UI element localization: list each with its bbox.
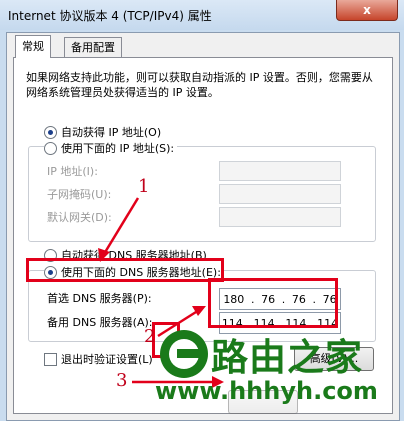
arrow-1-head	[98, 248, 110, 262]
watermark-brand: 路由之家	[211, 336, 363, 379]
tab-general[interactable]: 常规	[15, 35, 51, 58]
arrow-1-line	[102, 197, 140, 255]
watermark-logo: 路由之家 www.hhhyh.com	[155, 325, 395, 415]
step-1-number: 1	[138, 176, 150, 197]
step-3-number: 3	[116, 370, 128, 391]
router-logo-icon	[160, 330, 208, 378]
step-2-number: 2	[144, 326, 156, 347]
watermark-url: www.hhhyh.com	[155, 377, 378, 405]
